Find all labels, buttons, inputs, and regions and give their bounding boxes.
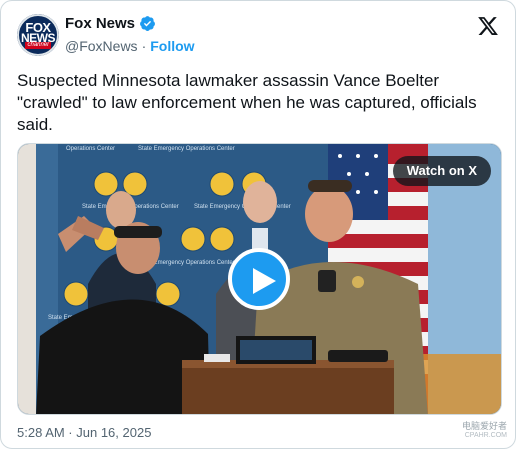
video-player[interactable]: Operations Center State Emergency Operat… xyxy=(17,143,502,415)
avatar-ring xyxy=(17,14,59,56)
tweet-text: Suspected Minnesota lawmaker assassin Va… xyxy=(17,71,477,134)
avatar[interactable]: FOX NEWS channel xyxy=(17,14,59,56)
author-name-row: Fox News xyxy=(65,15,156,32)
tweet-card[interactable]: FOX NEWS channel Fox News @FoxNews · Fol… xyxy=(0,0,516,449)
watermark-sub: CPAHR.COM xyxy=(464,432,507,439)
watermark-main: 电脑爱好者 xyxy=(461,421,507,431)
site-watermark: 电脑爱好者 CPAHR.COM xyxy=(462,421,507,441)
x-logo-icon[interactable] xyxy=(477,15,499,37)
watch-on-x-button[interactable]: Watch on X xyxy=(392,156,491,186)
play-icon xyxy=(253,268,276,294)
follow-button[interactable]: Follow xyxy=(150,38,194,54)
svg-text:State Emergency Operations Cen: State Emergency Operations Center xyxy=(138,146,235,152)
display-name[interactable]: Fox News xyxy=(65,15,135,32)
verified-badge-icon xyxy=(140,16,155,31)
handle[interactable]: @FoxNews xyxy=(65,38,138,54)
svg-text:Operations Center: Operations Center xyxy=(66,146,115,152)
separator: · xyxy=(141,38,147,54)
play-button[interactable] xyxy=(228,248,290,310)
handle-row: @FoxNews · Follow xyxy=(65,38,195,54)
tweet-timestamp[interactable]: 5:28 AM · Jun 16, 2025 xyxy=(17,425,151,440)
